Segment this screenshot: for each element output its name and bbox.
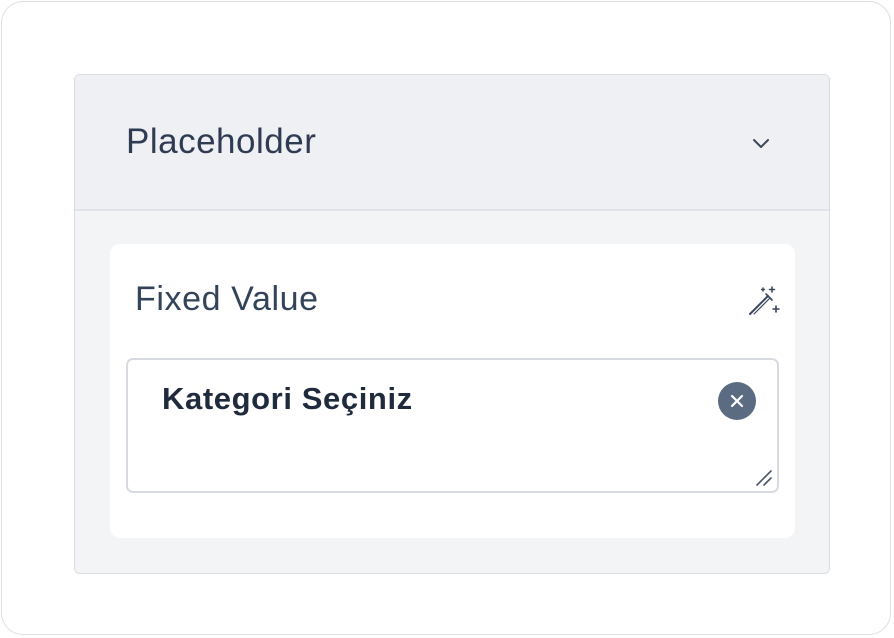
placeholder-section-header[interactable]: Placeholder bbox=[75, 75, 829, 211]
fixed-value-label: Fixed Value bbox=[135, 280, 319, 318]
fixed-value-card: Fixed Value Kategori Seçiniz bbox=[110, 244, 795, 538]
fixed-value-textarea[interactable]: Kategori Seçiniz bbox=[126, 358, 779, 493]
window-frame: Placeholder Fixed Value Kategori Seçiniz bbox=[1, 1, 891, 635]
chevron-down-icon[interactable] bbox=[749, 131, 773, 155]
magic-wand-icon[interactable] bbox=[746, 284, 780, 318]
clear-button[interactable] bbox=[718, 382, 756, 420]
clear-icon bbox=[730, 394, 744, 408]
textarea-value: Kategori Seçiniz bbox=[162, 381, 413, 416]
placeholder-panel: Placeholder Fixed Value Kategori Seçiniz bbox=[74, 74, 830, 574]
section-title: Placeholder bbox=[126, 122, 317, 161]
resize-handle-icon[interactable] bbox=[753, 467, 773, 487]
